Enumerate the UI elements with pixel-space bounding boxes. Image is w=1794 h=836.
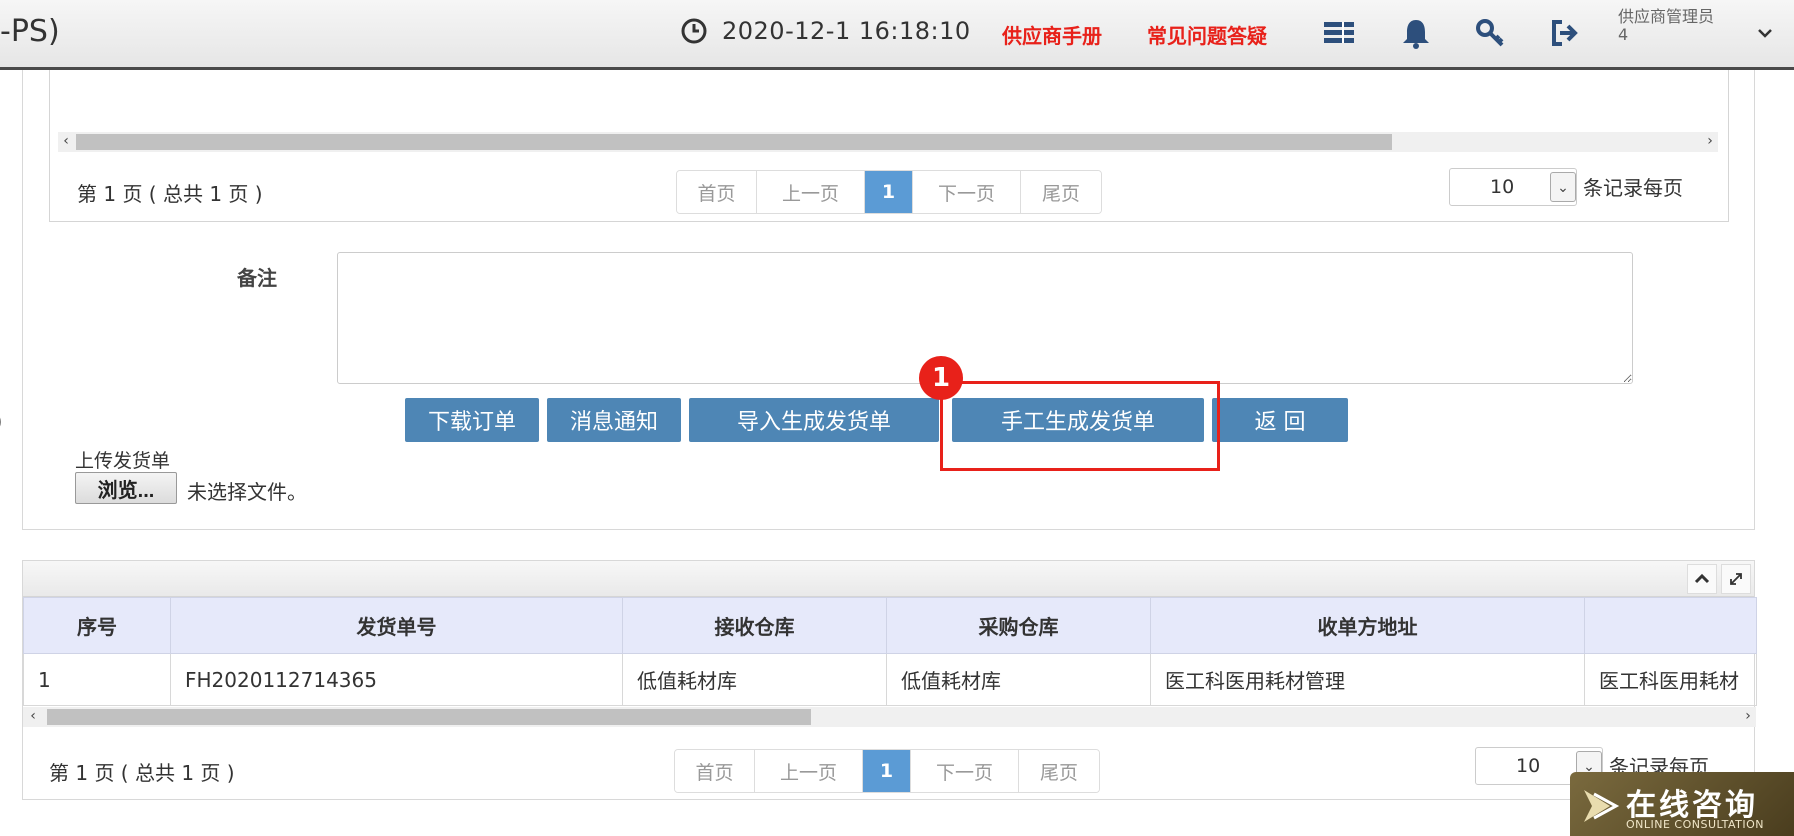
scrollbar-thumb[interactable] — [76, 134, 1392, 150]
page-size-value: 10 — [1490, 176, 1515, 198]
shipping-list-panel: 序号 发货单号 接收仓库 采购仓库 收单方地址 1 FH202011271436… — [22, 560, 1757, 800]
page-size-value: 10 — [1516, 755, 1541, 777]
left-edge-fragment: ) — [0, 410, 3, 435]
scroll-right-icon[interactable]: › — [1740, 708, 1756, 724]
expand-icon[interactable] — [1721, 564, 1751, 594]
prev-page-button[interactable]: 上一页 — [755, 750, 863, 792]
consult-subtitle: ONLINE CONSULTATION — [1626, 818, 1765, 831]
bell-icon[interactable] — [1399, 16, 1433, 50]
arrow-icon — [1580, 784, 1620, 828]
next-page-button[interactable]: 下一页 — [913, 171, 1021, 213]
column-header[interactable]: 采购仓库 — [886, 597, 1151, 654]
table-cell: 医工科医用耗材管理 — [1150, 653, 1585, 706]
table-cell: 低值耗材库 — [622, 653, 887, 706]
column-header[interactable]: 收单方地址 — [1150, 597, 1585, 654]
page-size-select[interactable]: 10 ⌄ — [1449, 168, 1577, 206]
panel-toolbar — [23, 561, 1754, 597]
page-info: 第 1 页 ( 总共 1 页 ) — [77, 182, 263, 206]
current-page-button[interactable]: 1 — [863, 750, 911, 792]
table-cell: 医工科医用耗材 — [1584, 653, 1757, 706]
key-icon[interactable] — [1474, 16, 1508, 50]
supplier-manual-link[interactable]: 供应商手册 — [1002, 20, 1102, 49]
current-page-button[interactable]: 1 — [865, 171, 913, 213]
table-header-row: 序号 发货单号 接收仓库 采购仓库 收单方地址 — [23, 597, 1757, 654]
step-number-badge: 1 — [919, 356, 963, 400]
last-page-button[interactable]: 尾页 — [1021, 171, 1101, 213]
table-cell: FH2020112714365 — [170, 653, 623, 706]
column-header[interactable]: 序号 — [23, 597, 171, 654]
remark-textarea[interactable] — [337, 252, 1633, 384]
user-name-label: 供应商管理员 — [1618, 7, 1715, 26]
message-notify-button[interactable]: 消息通知 — [547, 398, 681, 442]
chevron-down-icon[interactable] — [1756, 24, 1774, 42]
no-file-text: 未选择文件。 — [187, 480, 307, 504]
download-order-button[interactable]: 下载订单 — [405, 398, 539, 442]
current-datetime: 2020-12-1 16:18:10 — [722, 17, 971, 45]
online-consultation-badge[interactable]: 在线咨询 ONLINE CONSULTATION — [1570, 772, 1794, 836]
scrollbar-thumb[interactable] — [47, 709, 811, 725]
list-icon[interactable] — [1322, 16, 1356, 50]
clock-icon — [680, 17, 708, 45]
table-cell: 1 — [23, 653, 171, 706]
column-header[interactable] — [1584, 597, 1757, 654]
page-info: 第 1 页 ( 总共 1 页 ) — [49, 761, 235, 785]
order-grid: ‹ › 第 1 页 ( 总共 1 页 ) 首页 上一页 1 下一页 尾页 10 … — [49, 70, 1729, 222]
first-page-button[interactable]: 首页 — [675, 750, 755, 792]
pagination: 首页 上一页 1 下一页 尾页 — [676, 170, 1102, 214]
user-menu[interactable]: 供应商管理员 4 — [1618, 8, 1758, 44]
first-page-button[interactable]: 首页 — [677, 171, 757, 213]
table-row[interactable]: 1 FH2020112714365 低值耗材库 低值耗材库 医工科医用耗材管理 … — [23, 653, 1757, 706]
next-page-button[interactable]: 下一页 — [911, 750, 1019, 792]
shipping-table: 序号 发货单号 接收仓库 采购仓库 收单方地址 1 FH202011271436… — [23, 597, 1757, 706]
per-page-label: 条记录每页 — [1583, 176, 1683, 200]
remark-label: 备注 — [237, 266, 277, 290]
user-sub-label: 4 — [1618, 25, 1629, 44]
upload-label: 上传发货单 — [75, 450, 171, 472]
column-header[interactable]: 接收仓库 — [622, 597, 887, 654]
last-page-button[interactable]: 尾页 — [1019, 750, 1099, 792]
scroll-left-icon[interactable]: ‹ — [25, 708, 41, 724]
shipping-form-panel: ‹ › 第 1 页 ( 总共 1 页 ) 首页 上一页 1 下一页 尾页 10 … — [22, 70, 1755, 530]
chevron-down-icon[interactable]: ⌄ — [1550, 172, 1576, 202]
app-title: -PS) — [0, 14, 60, 49]
pagination: 首页 上一页 1 下一页 尾页 — [674, 749, 1100, 793]
scroll-left-icon[interactable]: ‹ — [58, 133, 74, 149]
back-button[interactable]: 返 回 — [1212, 398, 1348, 442]
table-scrollbar[interactable]: ‹ › — [23, 707, 1756, 727]
logout-icon[interactable] — [1548, 16, 1582, 50]
table-cell: 低值耗材库 — [886, 653, 1151, 706]
collapse-icon[interactable] — [1687, 564, 1717, 594]
faq-link[interactable]: 常见问题答疑 — [1147, 20, 1267, 49]
import-generate-button[interactable]: 导入生成发货单 — [689, 398, 939, 442]
annotation-highlight-box — [940, 381, 1220, 471]
top-bar: -PS) 2020-12-1 16:18:10 供应商手册 常见问题答疑 供应商… — [0, 0, 1794, 70]
prev-page-button[interactable]: 上一页 — [757, 171, 865, 213]
scroll-right-icon[interactable]: › — [1702, 133, 1718, 149]
column-header[interactable]: 发货单号 — [170, 597, 623, 654]
order-grid-scrollbar[interactable]: ‹ › — [58, 132, 1718, 152]
browse-button[interactable]: 浏览... — [75, 472, 177, 504]
